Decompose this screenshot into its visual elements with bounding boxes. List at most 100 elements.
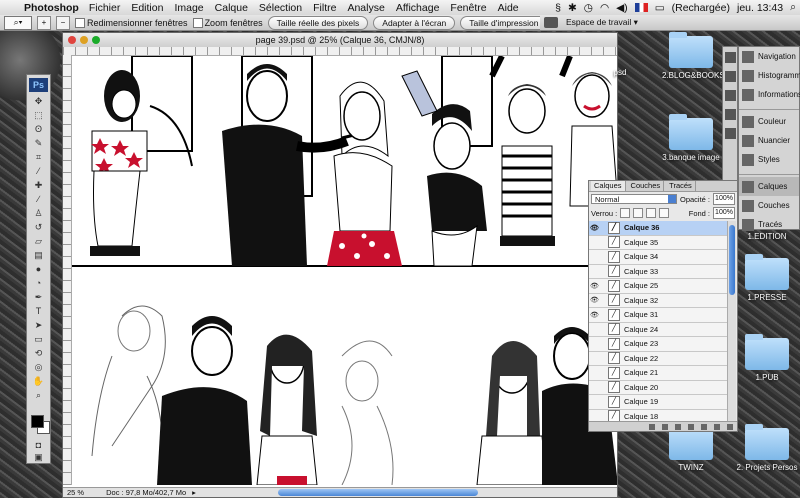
eyedropper-tool-icon[interactable]: ⁄ bbox=[30, 166, 47, 177]
zoom-windows-checkbox[interactable]: Zoom fenêtres bbox=[192, 17, 263, 28]
eye-visibility-icon[interactable]: 👁 bbox=[589, 311, 600, 319]
layer-mask-icon[interactable] bbox=[675, 423, 681, 430]
menu-calque[interactable]: Calque bbox=[215, 2, 248, 14]
resize-windows-checkbox[interactable]: Redimensionner fenêtres bbox=[75, 17, 188, 28]
workspace-menu[interactable]: Espace de travail ▾ bbox=[566, 17, 638, 28]
menu-edition[interactable]: Edition bbox=[131, 2, 163, 14]
blur-tool-icon[interactable]: ● bbox=[30, 264, 47, 275]
menu-aide[interactable]: Aide bbox=[498, 2, 519, 14]
paragraph-icon[interactable] bbox=[724, 128, 736, 139]
lock-pixels-icon[interactable] bbox=[633, 208, 644, 218]
menu-image[interactable]: Image bbox=[174, 2, 203, 14]
actual-pixels-button[interactable]: Taille réelle des pixels bbox=[267, 15, 369, 30]
dock-swatches[interactable]: Nuancier bbox=[739, 131, 799, 150]
tab-channels[interactable]: Couches bbox=[628, 181, 665, 191]
lock-transparency-icon[interactable] bbox=[620, 208, 631, 218]
tool-presets-icon[interactable] bbox=[724, 52, 736, 63]
fit-screen-button[interactable]: Adapter à l'écran bbox=[373, 15, 456, 30]
link-layers-icon[interactable] bbox=[649, 423, 655, 430]
zoom-out-icon[interactable]: − bbox=[56, 15, 70, 30]
screen-mode-icon[interactable]: ▣ bbox=[30, 452, 47, 463]
zoom-window-icon[interactable] bbox=[92, 36, 100, 44]
desktop-file-psd[interactable]: psd bbox=[600, 68, 640, 77]
clock-status-icon[interactable]: ◷ bbox=[584, 2, 593, 14]
lock-position-icon[interactable] bbox=[646, 208, 657, 218]
crop-tool-icon[interactable]: ⌗ bbox=[30, 152, 47, 163]
menu-filtre[interactable]: Filtre bbox=[313, 2, 336, 14]
tab-paths[interactable]: Tracés bbox=[666, 181, 696, 191]
fill-field[interactable]: 100% bbox=[713, 207, 735, 219]
close-window-icon[interactable] bbox=[68, 36, 76, 44]
gradient-tool-icon[interactable]: ▤ bbox=[30, 250, 47, 261]
shape-tool-icon[interactable]: ▭ bbox=[30, 334, 47, 345]
foreground-color-swatch[interactable] bbox=[31, 415, 44, 428]
eye-visibility-icon[interactable]: 👁 bbox=[589, 282, 600, 290]
layer-list-scrollbar[interactable] bbox=[727, 221, 736, 421]
layer-row[interactable]: 👁 ╱ Calque 25 bbox=[589, 279, 729, 294]
adjustment-layer-icon[interactable] bbox=[688, 423, 694, 430]
zoom-tool-preset-picker[interactable]: ⌕▾ bbox=[4, 15, 32, 30]
quick-mask-icon[interactable]: ◘ bbox=[30, 440, 47, 451]
dock-styles[interactable]: Styles bbox=[739, 150, 799, 169]
layer-row[interactable]: ╱ Calque 20 bbox=[589, 380, 729, 395]
volume-icon[interactable]: ◀) bbox=[616, 2, 628, 14]
desktop-folder-projets-persos[interactable]: 2. Projets Persos bbox=[736, 424, 798, 472]
battery-icon[interactable]: ▭ bbox=[655, 2, 665, 14]
menu-clock[interactable]: jeu. 13:43 bbox=[737, 2, 783, 14]
dock-channels[interactable]: Couches bbox=[739, 196, 799, 215]
desktop-folder-blog-books[interactable]: 2.BLOG&BOOKS bbox=[662, 32, 725, 80]
eye-visibility-icon[interactable]: 👁 bbox=[589, 224, 600, 232]
delete-layer-icon[interactable] bbox=[727, 423, 733, 430]
minimize-window-icon[interactable] bbox=[80, 36, 88, 44]
dock-color[interactable]: Couleur bbox=[739, 112, 799, 131]
layer-row[interactable]: 👁 ╱ Calque 31 bbox=[589, 308, 729, 323]
lasso-tool-icon[interactable]: ʘ bbox=[30, 124, 47, 135]
zoom-level-field[interactable]: 25 % bbox=[67, 488, 84, 497]
opacity-field[interactable]: 100% bbox=[713, 193, 735, 205]
new-group-icon[interactable] bbox=[701, 423, 707, 430]
menu-analyse[interactable]: Analyse bbox=[347, 2, 384, 14]
marquee-tool-icon[interactable]: ⬚ bbox=[30, 110, 47, 121]
dodge-tool-icon[interactable]: ◔ bbox=[30, 278, 47, 289]
document-title-bar[interactable]: page 39.psd @ 25% (Calque 36, CMJN/8) bbox=[63, 33, 617, 48]
document-size-info[interactable]: Doc : 97,8 Mo/402,7 Mo bbox=[106, 488, 186, 497]
menu-selection[interactable]: Sélection bbox=[259, 2, 302, 14]
layer-row[interactable]: 👁 ╱ Calque 36 bbox=[589, 221, 729, 236]
desktop-folder-pub[interactable]: 1.PUB bbox=[738, 334, 796, 382]
brush-tool-icon[interactable]: ∕ bbox=[30, 194, 47, 205]
healing-brush-tool-icon[interactable]: ✚ bbox=[30, 180, 47, 191]
type-tool-icon[interactable]: T bbox=[30, 306, 47, 317]
desktop-folder-twinz[interactable]: TWINZ bbox=[662, 424, 720, 472]
path-selection-tool-icon[interactable]: ➤ bbox=[30, 320, 47, 331]
layer-row[interactable]: ╱ Calque 21 bbox=[589, 366, 729, 381]
blend-mode-select[interactable]: Normal bbox=[591, 194, 677, 204]
layer-row[interactable]: ╱ Calque 18 bbox=[589, 409, 729, 421]
wifi-icon[interactable]: ◠ bbox=[600, 2, 609, 14]
character-icon[interactable] bbox=[724, 109, 736, 120]
clone-stamp-tool-icon[interactable]: ♙ bbox=[30, 208, 47, 219]
scroll-thumb[interactable] bbox=[729, 225, 735, 295]
dock-navigation[interactable]: Navigation bbox=[739, 47, 799, 66]
desktop-folder-presse[interactable]: 1.PRESSE bbox=[738, 254, 796, 302]
layer-row[interactable]: ╱ Calque 22 bbox=[589, 351, 729, 366]
dock-layers[interactable]: Calques bbox=[739, 177, 799, 196]
dock-paths[interactable]: Tracés bbox=[739, 215, 799, 234]
photoshop-logo[interactable]: Ps bbox=[29, 78, 48, 92]
menu-fichier[interactable]: Fichier bbox=[89, 2, 121, 14]
lock-all-icon[interactable] bbox=[659, 208, 670, 218]
eraser-tool-icon[interactable]: ▱ bbox=[30, 236, 47, 247]
document-window[interactable]: page 39.psd @ 25% (Calque 36, CMJN/8) 25… bbox=[62, 32, 618, 498]
horizontal-ruler[interactable] bbox=[63, 47, 617, 56]
3d-rotate-tool-icon[interactable]: ⟲ bbox=[30, 348, 47, 359]
dock-info[interactable]: Informations bbox=[739, 85, 800, 104]
dock-histogram[interactable]: Histogramme bbox=[739, 66, 800, 85]
new-layer-icon[interactable] bbox=[714, 423, 720, 430]
actions-icon[interactable] bbox=[724, 71, 736, 82]
quick-selection-tool-icon[interactable]: ✎ bbox=[30, 138, 47, 149]
tab-layers[interactable]: Calques bbox=[591, 181, 626, 191]
script-icon[interactable]: § bbox=[555, 2, 561, 14]
layer-row[interactable]: ╱ Calque 34 bbox=[589, 250, 729, 265]
eye-visibility-icon[interactable]: 👁 bbox=[589, 296, 600, 304]
layer-row[interactable]: ╱ Calque 19 bbox=[589, 395, 729, 410]
brushes-icon[interactable] bbox=[724, 90, 736, 101]
